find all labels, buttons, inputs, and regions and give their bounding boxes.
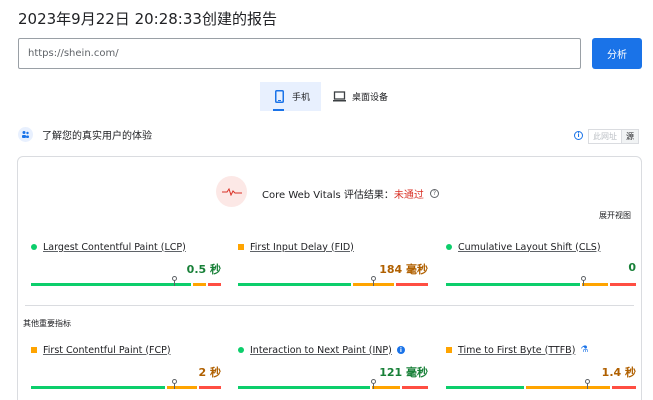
metric-name-link[interactable]: Interaction to Next Paint (INP) <box>250 345 392 356</box>
metric-value: 184 毫秒 <box>379 263 428 276</box>
tab-desktop[interactable]: 桌面设备 <box>331 82 411 111</box>
metric-fcp: First Contentful Paint (FCP) 2 秒 <box>31 344 221 392</box>
metric-name-link[interactable]: First Contentful Paint (FCP) <box>43 345 171 356</box>
distribution-poor-segment <box>198 386 221 389</box>
p75-marker <box>171 276 177 286</box>
metric-name-row: Largest Contentful Paint (LCP) <box>31 241 221 253</box>
tab-desktop-label: 桌面设备 <box>352 93 389 103</box>
metric-distribution <box>238 275 428 289</box>
distribution-good-segment <box>446 386 525 389</box>
metric-distribution <box>31 275 221 289</box>
scope-url-option[interactable]: 此网址 <box>589 130 622 143</box>
cwv-assessment-label: Core Web Vitals 评估结果： <box>262 190 394 201</box>
failed-assessment-icon <box>221 187 242 196</box>
metric-value: 1.4 秒 <box>601 366 636 379</box>
other-metrics-label: 其他重要指标 <box>23 319 71 328</box>
distribution-poor-segment <box>401 386 428 389</box>
tab-mobile-label: 手机 <box>292 93 311 103</box>
good-status-icon <box>446 244 452 250</box>
p75-marker <box>580 276 586 286</box>
distribution-good-segment <box>31 386 165 389</box>
field-data-header: 了解您的真实用户的体验 <box>18 127 152 142</box>
metric-distribution <box>238 378 428 392</box>
p75-marker <box>171 379 177 389</box>
metric-cls: Cumulative Layout Shift (CLS) 0 <box>446 241 636 289</box>
scope-origin-option[interactable]: 源 <box>622 130 638 143</box>
metric-inp: Interaction to Next Paint (INP) i 121 毫秒 <box>238 344 428 392</box>
info-icon[interactable]: i <box>574 131 583 140</box>
distribution-average-segment <box>192 283 206 286</box>
metric-lcp: Largest Contentful Paint (LCP) 0.5 秒 <box>31 241 221 289</box>
metric-name-row: Cumulative Layout Shift (CLS) <box>446 241 636 253</box>
report-title: 2023年9月22日 20:28:33创建的报告 <box>18 10 277 28</box>
distribution-poor-segment <box>611 386 636 389</box>
distribution-good-segment <box>238 386 371 389</box>
smartphone-icon <box>273 90 286 104</box>
metric-name-row: First Input Delay (FID) <box>238 241 428 253</box>
metric-distribution <box>446 275 636 289</box>
distribution-average-segment <box>581 283 608 286</box>
metric-name-link[interactable]: Largest Contentful Paint (LCP) <box>43 242 186 253</box>
url-input[interactable] <box>18 38 581 69</box>
distribution-average-segment <box>372 386 400 389</box>
metric-name-row: First Contentful Paint (FCP) <box>31 344 221 356</box>
metric-value: 2 秒 <box>198 366 221 379</box>
metric-name-link[interactable]: Cumulative Layout Shift (CLS) <box>458 242 601 253</box>
distribution-good-segment <box>31 283 191 286</box>
cwv-assessment-status: 未通过 <box>393 190 424 201</box>
metric-value: 0 <box>628 261 636 274</box>
metric-name-row: Time to First Byte (TTFB) ⚗ <box>446 344 636 356</box>
cwv-assessment: Core Web Vitals 评估结果： 未通过 ? <box>262 186 439 201</box>
distribution-poor-segment <box>207 283 221 286</box>
expand-view-link[interactable]: 展开视图 <box>599 210 631 221</box>
help-icon[interactable]: ? <box>429 189 439 198</box>
metric-ttfb: Time to First Byte (TTFB) ⚗ 1.4 秒 <box>446 344 636 392</box>
metric-fid: First Input Delay (FID) 184 毫秒 <box>238 241 428 289</box>
section-title: 了解您的真实用户的体验 <box>42 131 152 142</box>
metric-distribution <box>31 378 221 392</box>
distribution-average-segment <box>353 283 395 286</box>
needs-improvement-icon <box>238 244 244 250</box>
laptop-icon <box>333 90 346 104</box>
metric-name-link[interactable]: First Input Delay (FID) <box>250 242 354 253</box>
tab-mobile[interactable]: 手机 <box>260 82 321 111</box>
users-icon <box>18 127 33 142</box>
metric-value: 0.5 秒 <box>186 263 221 276</box>
metric-distribution <box>446 378 636 392</box>
needs-improvement-icon <box>446 347 452 353</box>
tab-selected-indicator <box>273 109 284 111</box>
section-divider <box>25 305 634 306</box>
p75-marker <box>584 379 590 389</box>
assessment-badge <box>216 176 247 207</box>
experimental-flask-icon: ⚗ <box>580 345 589 355</box>
scope-toggle[interactable]: 此网址 源 <box>588 129 639 144</box>
needs-improvement-icon <box>31 347 37 353</box>
analyze-button[interactable]: 分析 <box>592 38 642 69</box>
distribution-average-segment <box>526 386 610 389</box>
distribution-good-segment <box>238 283 352 286</box>
p75-marker <box>370 379 376 389</box>
metric-value: 121 毫秒 <box>379 366 428 379</box>
metric-name-row: Interaction to Next Paint (INP) i <box>238 344 428 356</box>
distribution-poor-segment <box>396 283 428 286</box>
info-icon[interactable]: i <box>396 346 405 354</box>
distribution-poor-segment <box>609 283 636 286</box>
distribution-good-segment <box>446 283 580 286</box>
good-status-icon <box>238 347 244 353</box>
p75-marker <box>370 276 376 286</box>
distribution-average-segment <box>166 386 197 389</box>
metric-name-link[interactable]: Time to First Byte (TTFB) <box>458 345 575 356</box>
good-status-icon <box>31 244 37 250</box>
